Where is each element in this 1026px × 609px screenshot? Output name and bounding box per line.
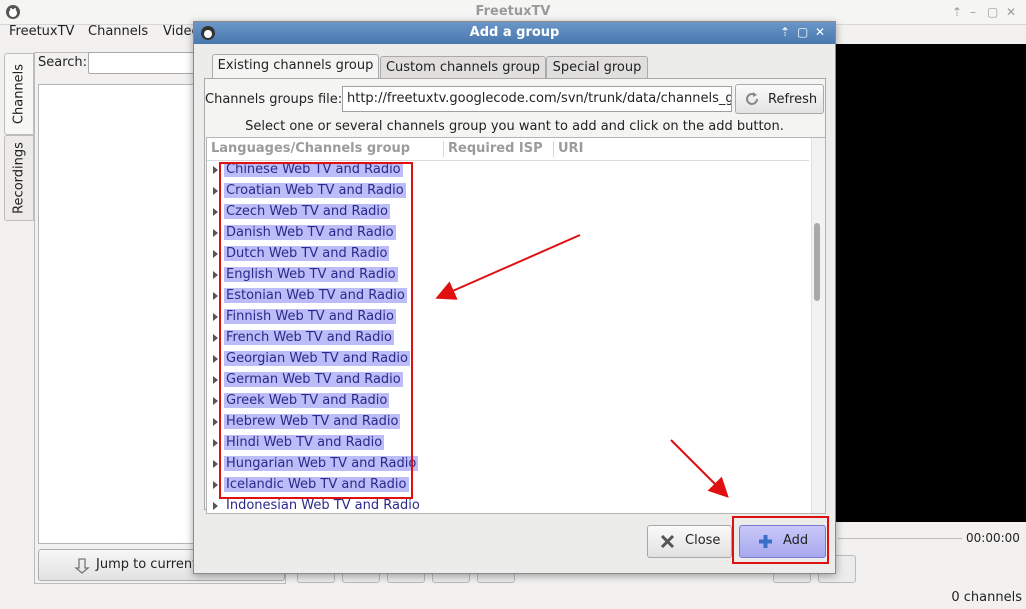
- plus-icon: [759, 535, 772, 548]
- search-label: Search:: [38, 55, 88, 70]
- jump-button-label: Jump to current: [96, 557, 198, 572]
- tab-channels[interactable]: Channels: [4, 53, 34, 135]
- search-input[interactable]: [88, 52, 210, 74]
- annotation-arrows: [435, 234, 729, 498]
- time-label: 00:00:00: [966, 531, 1020, 545]
- main-window-title: FreetuxTV: [475, 4, 551, 19]
- add-button-label: Add: [783, 533, 809, 548]
- close-button-label: Close: [685, 533, 721, 548]
- menu-channels[interactable]: Channels: [88, 24, 148, 39]
- tab-recordings[interactable]: Recordings: [4, 135, 34, 221]
- main-close-icon[interactable]: ✕: [1006, 5, 1016, 19]
- freetuxtv-logo-icon: [6, 5, 20, 19]
- tab-recordings-label: Recordings: [11, 142, 27, 214]
- arrow-to-groups: [435, 234, 581, 300]
- arrow-to-add: [670, 439, 729, 498]
- video-player[interactable]: [833, 44, 1026, 522]
- seek-bar[interactable]: [838, 538, 962, 539]
- add-group-dialog: Add a group ⇡ ▢ ✕ Existing channels grou…: [193, 21, 836, 574]
- jump-icon: [74, 558, 90, 574]
- status-channel-count: 0 channels: [951, 590, 1022, 605]
- tab-channels-label: Channels: [11, 63, 27, 125]
- close-button[interactable]: Close: [647, 525, 732, 558]
- main-maximize-icon[interactable]: ▢: [987, 5, 998, 19]
- main-minimize-icon[interactable]: –: [970, 5, 976, 19]
- add-button[interactable]: Add: [739, 525, 826, 558]
- main-pin-icon[interactable]: ⇡: [952, 5, 962, 19]
- menu-freetuxtv[interactable]: FreetuxTV: [9, 24, 74, 39]
- close-x-icon: [660, 534, 675, 549]
